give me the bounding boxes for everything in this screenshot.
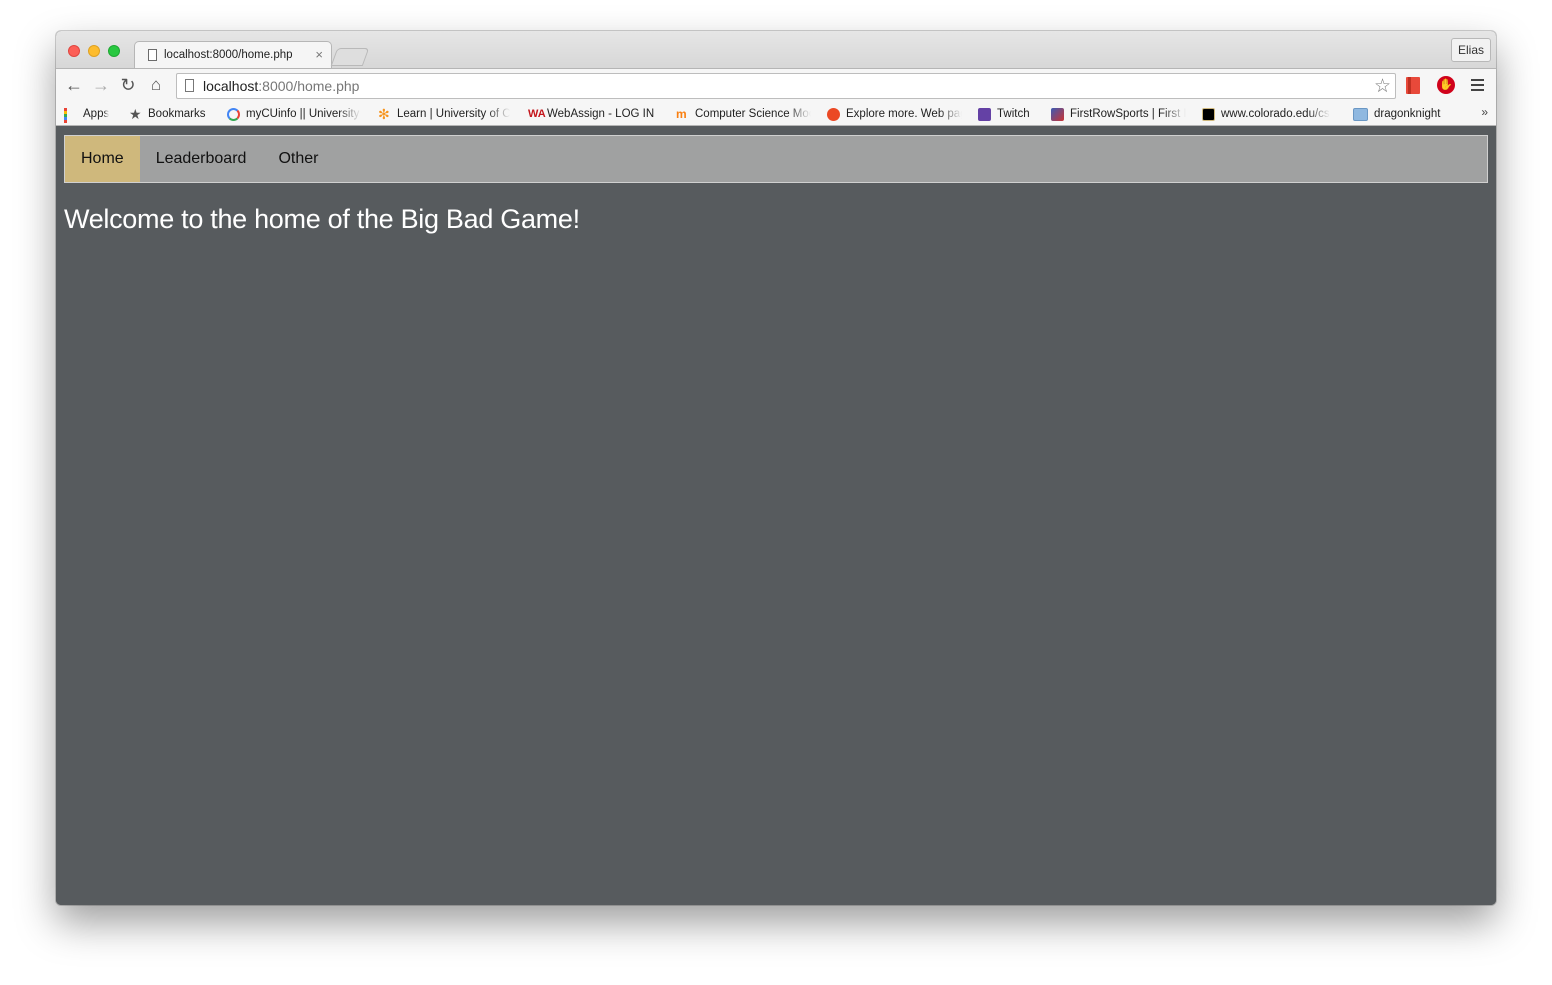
new-tab-button[interactable]	[330, 48, 370, 66]
apps-grid-icon	[64, 108, 77, 123]
back-arrow-icon[interactable]: ←	[64, 75, 84, 95]
bookmark-firstrowsports[interactable]: FirstRowSports | First Row Sports	[1051, 106, 1186, 123]
toolbar: ← → ↻ ⌂ localhost:8000/home.php ☆ ✋	[56, 68, 1496, 103]
page-icon	[185, 79, 194, 92]
tab-title: localhost:8000/home.php	[164, 49, 293, 61]
adblock-extension-icon[interactable]: ✋	[1437, 76, 1455, 94]
nav-leaderboard-link[interactable]: Leaderboard	[140, 136, 263, 182]
bookmark-star-icon[interactable]: ☆	[1374, 75, 1391, 98]
stumbleupon-icon	[827, 108, 840, 121]
bookmark-apps[interactable]: Apps	[64, 106, 109, 123]
page-icon	[148, 49, 157, 61]
cu-icon	[1202, 108, 1215, 121]
nav-home-link[interactable]: Home	[65, 136, 140, 182]
bookmark-extension-icon[interactable]	[1406, 77, 1420, 94]
site-navbar: Home Leaderboard Other	[64, 135, 1488, 183]
more-bookmarks-icon[interactable]: »	[1481, 105, 1488, 119]
twitch-icon	[978, 108, 991, 121]
nav-other-link[interactable]: Other	[262, 136, 334, 182]
bookmark-folder-dragonknight[interactable]: dragonknight	[1353, 106, 1441, 123]
bookmark-webassign[interactable]: WA WebAssign - LOG IN	[528, 106, 663, 123]
maximize-window-button[interactable]	[108, 45, 120, 57]
learn-icon: ✻	[378, 106, 390, 122]
bookmark-twitch[interactable]: Twitch	[978, 106, 1030, 123]
menu-icon[interactable]	[1471, 76, 1484, 94]
forward-arrow-icon[interactable]: →	[91, 75, 111, 95]
tab-home[interactable]: localhost:8000/home.php ×	[134, 41, 332, 69]
page-heading: Welcome to the home of the Big Bad Game!	[64, 204, 580, 234]
tab-strip: localhost:8000/home.php × Elias	[56, 31, 1496, 69]
bookmark-learn[interactable]: ✻ Learn | University of Colorado	[378, 106, 510, 123]
home-icon[interactable]: ⌂	[146, 75, 166, 95]
bookmark-moodle[interactable]: m Computer Science Moodle	[676, 106, 811, 123]
bookmarks-bar: Apps ★ Bookmarks myCUinfo || University …	[56, 103, 1496, 126]
google-icon	[227, 108, 240, 121]
bookmark-mycuinfo[interactable]: myCUinfo || University of Colorado	[227, 106, 361, 123]
page-content: Home Leaderboard Other Welcome to the ho…	[56, 126, 1496, 905]
tab-close-icon[interactable]: ×	[315, 47, 323, 62]
address-bar-url: localhost:8000/home.php	[203, 78, 360, 94]
star-icon: ★	[129, 106, 142, 122]
moodle-icon: m	[676, 107, 687, 121]
webassign-icon: WA	[528, 108, 546, 120]
bookmark-stumbleupon[interactable]: Explore more. Web pages	[827, 106, 962, 123]
address-bar[interactable]: localhost:8000/home.php ☆	[176, 73, 1396, 99]
minimize-window-button[interactable]	[88, 45, 100, 57]
firstrowsports-icon	[1051, 108, 1064, 121]
bookmark-bookmarks[interactable]: ★ Bookmarks	[129, 106, 206, 123]
browser-window: localhost:8000/home.php × Elias ← → ↻ ⌂ …	[56, 31, 1496, 905]
profile-button[interactable]: Elias	[1450, 38, 1491, 62]
folder-icon	[1353, 108, 1368, 121]
close-window-button[interactable]	[68, 45, 80, 57]
bookmark-colorado-cs[interactable]: www.colorado.edu/cs	[1202, 106, 1338, 123]
reload-icon[interactable]: ↻	[118, 75, 138, 95]
